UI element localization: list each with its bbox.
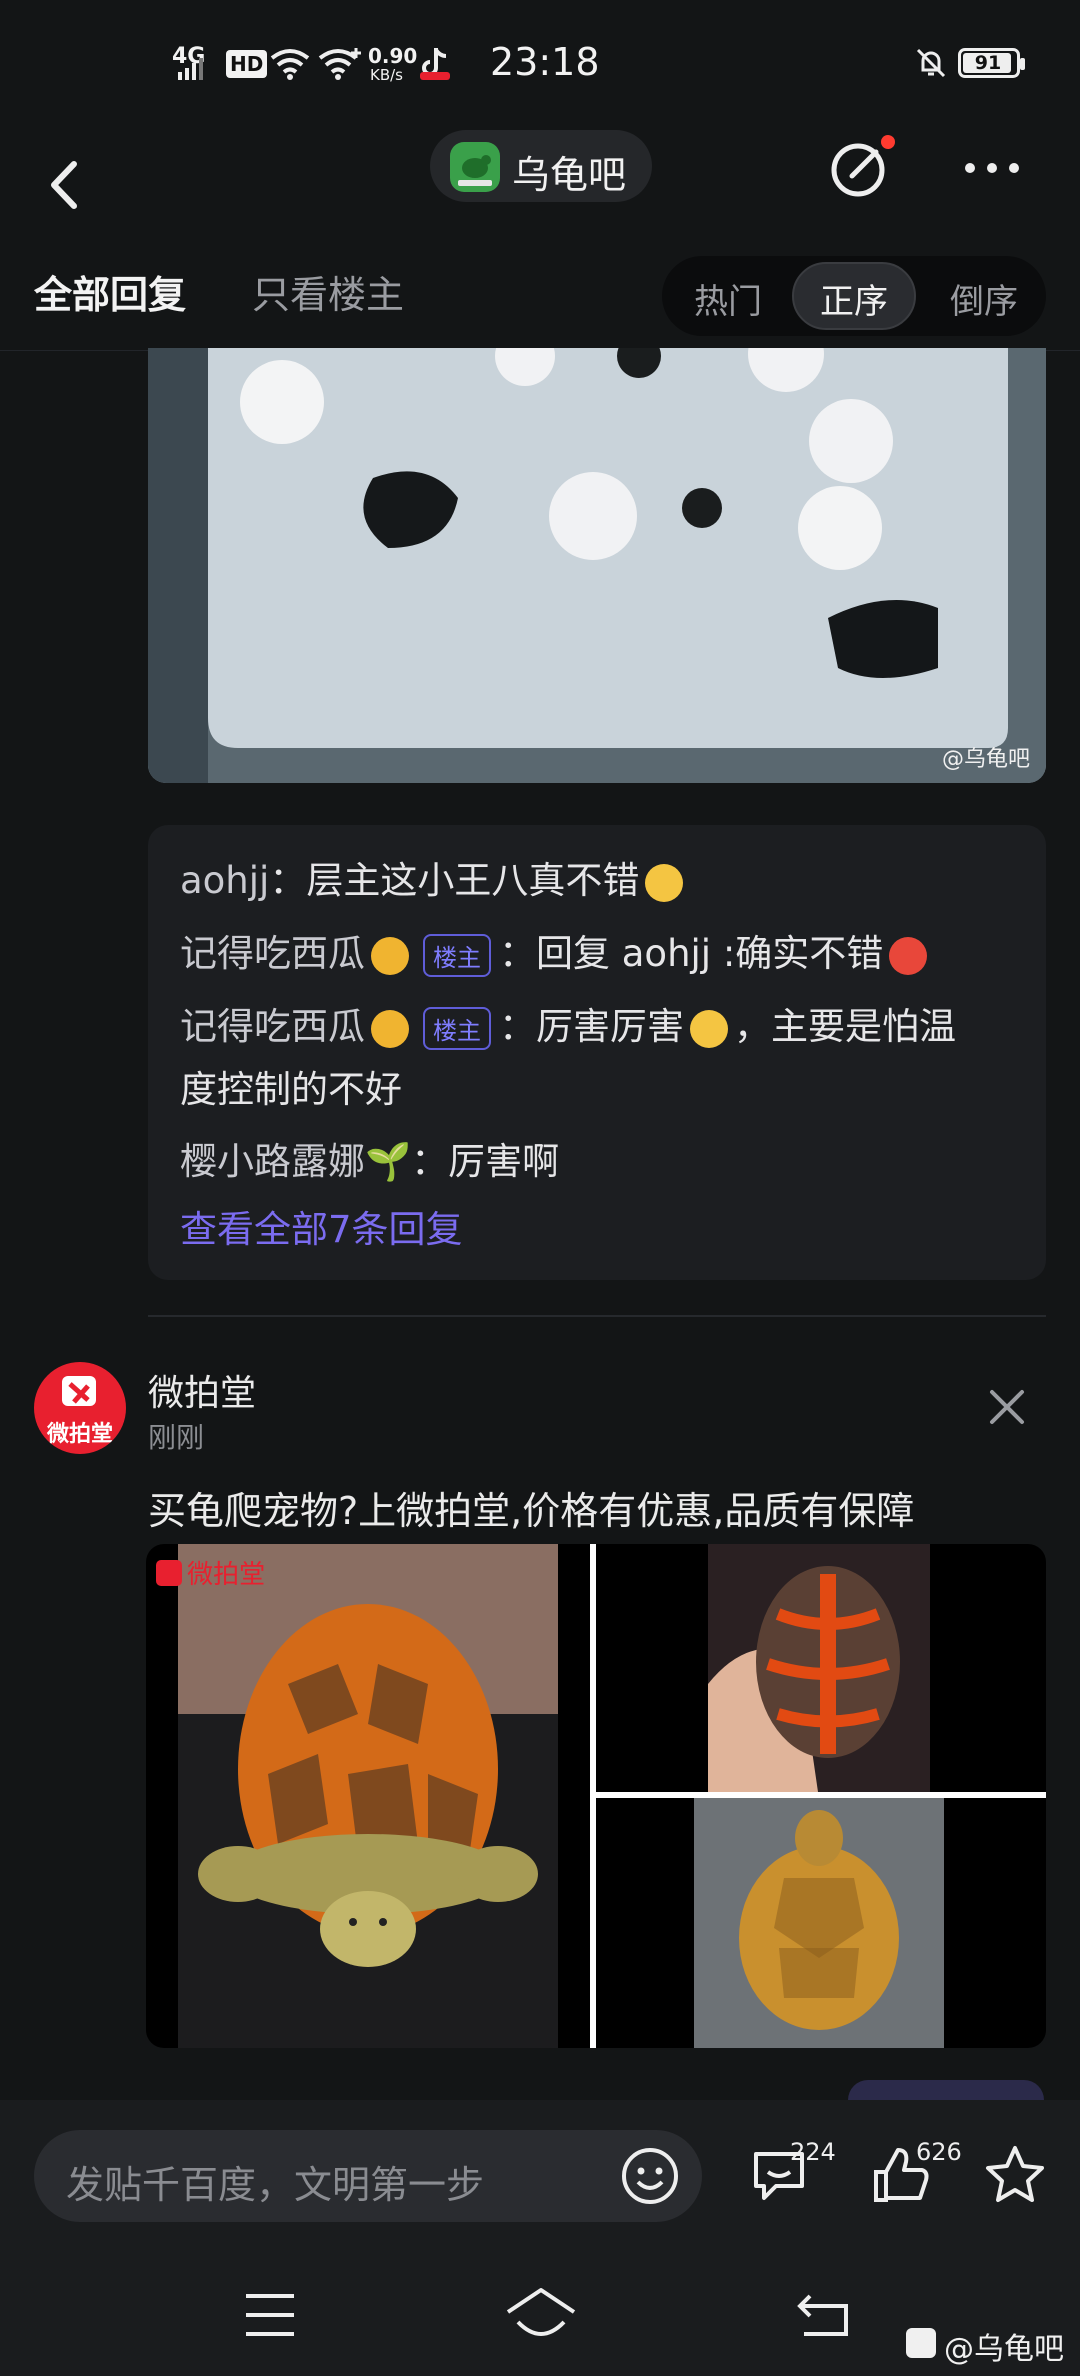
home-icon[interactable]	[504, 2286, 578, 2342]
reply-separator: ：	[411, 1140, 449, 1183]
close-icon[interactable]	[986, 1386, 1028, 1428]
reply-text: 厉害厉害	[536, 1005, 684, 1048]
ad-image-grid[interactable]: 微拍堂	[146, 1544, 1046, 2048]
sort-hot[interactable]: 热门	[694, 274, 762, 323]
reply-text: 层主这小王八真不错	[306, 859, 640, 902]
tab-all-replies[interactable]: 全部回复	[34, 264, 186, 319]
reply-text: 回复 aohjj :确实不错	[536, 932, 884, 975]
grin-emoji-icon	[645, 863, 684, 902]
signal-icon	[178, 58, 204, 80]
view-all-replies-link[interactable]: 查看全部7条回复	[180, 1199, 463, 1253]
tab-only-op[interactable]: 只看楼主	[252, 264, 404, 319]
op-tag: 楼主	[423, 934, 491, 977]
reply-filter-bar: 全部回复 只看楼主 热门 正序 倒序	[0, 250, 1080, 351]
reply-item[interactable]: 樱小路露娜🌱：厉害啊	[180, 1131, 559, 1185]
reply-author[interactable]: 樱小路露娜	[180, 1140, 365, 1183]
reply-separator: ：	[269, 859, 307, 902]
op-tag: 楼主	[423, 1007, 491, 1050]
net-speed-unit: KB/s	[370, 66, 403, 84]
battery-icon: 91	[958, 48, 1025, 78]
comment-count: 224	[790, 2138, 836, 2166]
seedling-emoji-icon: 🌱	[365, 1140, 412, 1183]
like-count: 626	[916, 2138, 962, 2166]
ad-image-painted-turtle[interactable]	[708, 1544, 930, 1792]
bottom-watermark: @乌龟吧	[944, 2332, 1064, 2367]
ad-image-yellow-turtle[interactable]	[694, 1798, 944, 2048]
menu-icon[interactable]	[244, 2290, 296, 2340]
forum-logo-icon	[450, 142, 500, 192]
clock: 23:18	[490, 40, 600, 84]
reply-item[interactable]: aohjj：层主这小王八真不错	[180, 850, 689, 904]
nav-bar: 乌龟吧	[0, 120, 1080, 250]
forum-name: 乌龟吧	[512, 153, 627, 197]
reply-input-placeholder: 发贴千百度，文明第一步	[66, 2163, 485, 2207]
reply-input-bar: 发贴千百度，文明第一步 224 626	[0, 2100, 1080, 2260]
reply-item[interactable]: 记得吃西瓜 楼主 ：厉害厉害 ，主要是怕温	[180, 996, 956, 1050]
divider	[148, 1315, 1046, 1317]
reply-separator: ：	[499, 932, 536, 975]
back-nav-icon[interactable]	[796, 2290, 852, 2340]
reply-author[interactable]: aohjj	[180, 859, 269, 902]
tieba-logo-icon	[906, 2328, 936, 2358]
ad-text[interactable]: 买龟爬宠物?上微拍堂,价格有优惠,品质有保障	[148, 1480, 914, 1535]
emoji-icon[interactable]	[618, 2144, 682, 2208]
cancer-zodiac-icon	[371, 1009, 409, 1048]
ad-image-amber-turtle[interactable]	[178, 1544, 558, 2048]
sort-asc-selected[interactable]: 正序	[792, 262, 916, 330]
post-image[interactable]: @乌龟吧	[148, 348, 1046, 783]
wifi-plus-icon	[318, 48, 362, 80]
ad-avatar-text: 微拍堂	[46, 1422, 113, 1447]
tiktok-icon	[420, 46, 450, 80]
sub-replies-box[interactable]: aohjj：层主这小王八真不错 记得吃西瓜 楼主 ：回复 aohjj :确实不错 记…	[148, 825, 1046, 1280]
hd-badge: HD	[226, 50, 268, 78]
sort-toggle: 热门 正序 倒序	[662, 256, 1046, 336]
back-button[interactable]	[40, 140, 92, 230]
reply-author[interactable]: 记得吃西瓜	[180, 932, 365, 975]
post-edit-button[interactable]	[828, 132, 896, 200]
wifi-icon	[270, 48, 310, 80]
mute-bell-icon	[914, 46, 948, 80]
star-icon[interactable]	[982, 2142, 1048, 2208]
ad-avatar[interactable]: 微拍堂	[34, 1362, 126, 1454]
ad-time: 刚刚	[148, 1421, 205, 1454]
ad-image-logo: 微拍堂	[156, 1554, 265, 1591]
sort-asc-label: 正序	[820, 282, 888, 322]
angry-emoji-icon	[889, 936, 928, 975]
sort-desc[interactable]: 倒序	[950, 274, 1018, 323]
reply-text-tail: ，主要是怕温	[734, 1005, 956, 1048]
net-speed-value: 0.90	[368, 44, 418, 68]
ad-image-logo-text: 微拍堂	[187, 1560, 266, 1590]
thinking-emoji-icon	[690, 1009, 728, 1048]
battery-level: 91	[974, 52, 1002, 74]
system-nav-bar: @乌龟吧	[0, 2260, 1080, 2376]
image-watermark: @乌龟吧	[941, 747, 1030, 772]
reply-text-continued: 度控制的不好	[180, 1068, 402, 1111]
cancer-zodiac-icon	[371, 936, 409, 975]
status-bar: 4G HD 0.90 KB/s 23:18 91	[0, 0, 1080, 120]
brand-logo-icon	[156, 1559, 182, 1586]
more-menu-icon[interactable]	[962, 148, 1022, 188]
reply-text: 厉害啊	[448, 1140, 560, 1183]
reply-author[interactable]: 记得吃西瓜	[180, 1005, 365, 1048]
reply-item[interactable]: 记得吃西瓜 楼主 ：回复 aohjj :确实不错	[180, 923, 933, 977]
reply-separator: ：	[499, 1005, 536, 1048]
reply-input[interactable]: 发贴千百度，文明第一步	[34, 2130, 702, 2222]
forum-pill[interactable]: 乌龟吧	[430, 130, 652, 202]
ad-author-name[interactable]: 微拍堂	[148, 1364, 256, 1416]
